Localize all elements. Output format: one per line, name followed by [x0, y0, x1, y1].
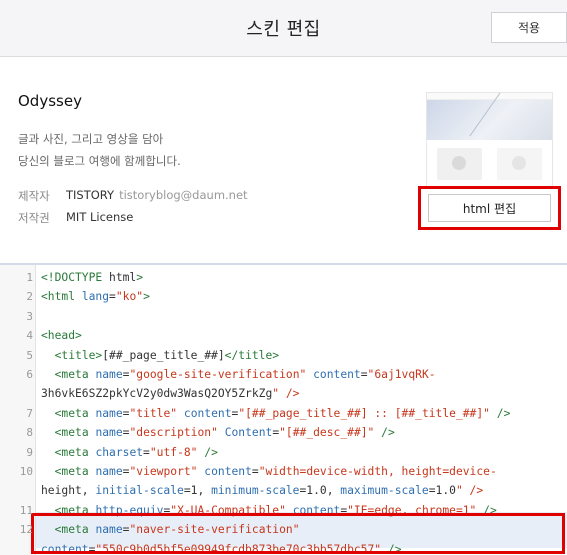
skin-description: 글과 사진, 그리고 영상을 담아 당신의 블로그 여행에 함께합니다. [18, 128, 181, 172]
code-line: <meta name="description" Content="[##_de… [54, 426, 395, 440]
code-line: <!DOCTYPE html> [41, 271, 144, 284]
thumbnail-hero [427, 100, 552, 140]
author-label: 제작자 [18, 189, 50, 203]
code-line: <meta name="viewport" content="width=dev… [54, 465, 497, 478]
skin-info-panel: Odyssey 글과 사진, 그리고 영상을 담아 당신의 블로그 여행에 함께… [0, 57, 567, 262]
code-line: <title>[##_page_title_##]</title> [54, 348, 280, 362]
author-row: 제작자 TISTORY tistoryblog@daum.net [18, 188, 248, 204]
editor-header: 스킨 편집 적용 [0, 0, 567, 57]
line-number: 3 [26, 309, 33, 323]
skin-description-line-2: 당신의 블로그 여행에 함께합니다. [18, 154, 181, 168]
code-highlight-box [31, 513, 565, 554]
skin-description-line-1: 글과 사진, 그리고 영상을 담아 [18, 132, 164, 146]
line-number: 1 [26, 271, 33, 284]
author-email: tistoryblog@daum.net [119, 188, 248, 202]
code-line: height, initial-scale=1, minimum-scale=1… [41, 484, 484, 498]
code-line: <meta charset="utf-8" /> [54, 445, 218, 459]
skin-name: Odyssey [18, 92, 82, 110]
page-title: 스킨 편집 [246, 19, 321, 40]
line-number: 12 [19, 523, 33, 537]
author-name: TISTORY [66, 188, 115, 202]
line-number: 8 [26, 426, 33, 440]
thumbnail-chair-image [452, 156, 466, 170]
code-editor[interactable]: <!DOCTYPE html> <html lang="ko"> <head> <t… [0, 263, 567, 555]
line-number: 4 [26, 329, 33, 343]
apply-button[interactable]: 적용 [491, 12, 567, 43]
line-number: 2 [26, 290, 33, 304]
line-number: 5 [26, 348, 33, 362]
line-number: 11 [19, 503, 33, 517]
code-line: <meta name="google-site-verification" co… [54, 368, 436, 381]
thumbnail-image [512, 156, 526, 170]
license-value: MIT License [66, 210, 134, 224]
html-edit-highlight: html 편집 [418, 186, 561, 230]
license-row: 저작권 MIT License [18, 210, 133, 226]
code-line: <html lang="ko"> [41, 290, 150, 304]
line-number: 10 [19, 465, 33, 478]
license-label: 저작권 [18, 211, 50, 225]
html-edit-button[interactable]: html 편집 [428, 194, 551, 222]
code-line: <head> [41, 329, 82, 343]
line-number: 6 [26, 368, 33, 381]
line-number: 9 [26, 445, 33, 459]
skin-thumbnail [426, 92, 553, 188]
line-number: 7 [26, 406, 33, 420]
code-line: 3h6vkE6SZ2pkYcV2y0dw3WasQ2OY5ZrkZg" /> [41, 387, 300, 401]
code-line: <meta name="title" content="[##_page_tit… [54, 406, 511, 420]
